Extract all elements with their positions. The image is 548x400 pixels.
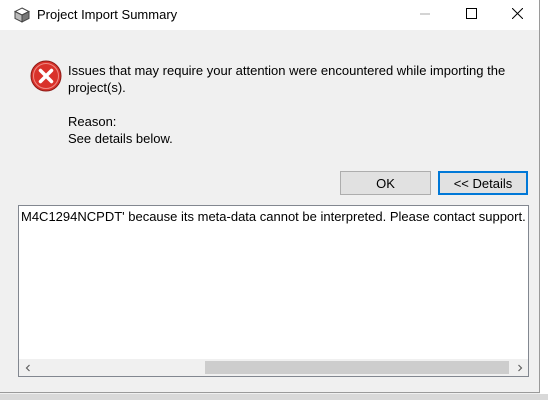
minimize-icon [420, 6, 430, 24]
close-button[interactable] [494, 0, 540, 30]
chevron-right-icon [516, 359, 524, 377]
chevron-left-icon [24, 359, 32, 377]
error-message: Issues that may require your attention w… [68, 63, 506, 95]
window-title: Project Import Summary [37, 7, 178, 22]
details-text-area[interactable]: M4C1294NCPDT' because its meta-data cann… [18, 205, 529, 377]
project-import-summary-dialog: Project Import Summary Issues that may r… [0, 0, 540, 393]
reason-text: See details below. [68, 131, 173, 146]
scroll-right-button[interactable] [511, 359, 528, 376]
error-icon [30, 60, 62, 92]
scrollbar-thumb[interactable] [205, 361, 509, 374]
details-toggle-button[interactable]: << Details [438, 171, 528, 195]
background-window-edge [540, 0, 548, 400]
background-taskbar-edge [0, 394, 548, 400]
scroll-left-button[interactable] [19, 359, 36, 376]
details-text: M4C1294NCPDT' because its meta-data cann… [21, 209, 526, 224]
reason-label: Reason: [68, 114, 117, 129]
title-bar[interactable]: Project Import Summary [0, 0, 539, 30]
maximize-icon [465, 6, 477, 24]
app-cube-icon [13, 7, 31, 23]
close-icon [511, 6, 523, 24]
maximize-button[interactable] [448, 0, 494, 30]
ok-button[interactable]: OK [340, 171, 431, 195]
horizontal-scrollbar[interactable] [19, 359, 528, 376]
minimize-button[interactable] [402, 0, 448, 30]
